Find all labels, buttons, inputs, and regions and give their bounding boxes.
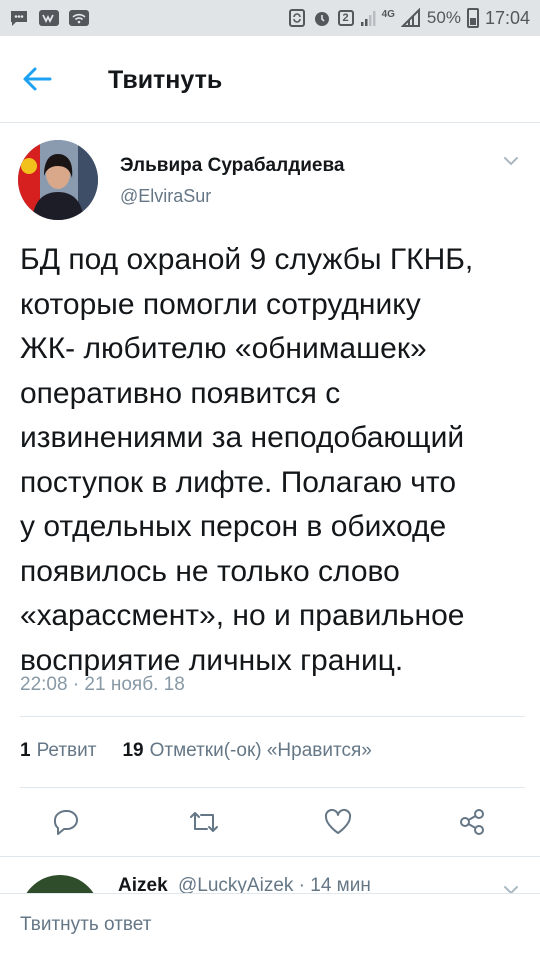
author-handle[interactable]: @ElviraSur <box>120 186 211 207</box>
tweet-header: Эльвира Сурабалдиева @ElviraSur <box>0 122 540 232</box>
alarm-icon <box>312 8 332 28</box>
retweet-label[interactable]: Ретвит <box>37 740 97 762</box>
retweet-count[interactable]: 1 <box>20 740 31 762</box>
like-icon <box>324 808 352 834</box>
tweet-menu-button[interactable] <box>500 150 522 172</box>
app-bar: Твитнуть <box>0 36 540 123</box>
clock: 17:04 <box>484 7 530 28</box>
reply-button[interactable] <box>46 802 86 842</box>
reply-preview[interactable]: Aizek @LuckyAizek · 14 мин <box>0 857 540 897</box>
tweet-stats: 1 Ретвит 19 Отметки(-ок) «Нравится» <box>20 740 372 762</box>
tweet-text: БД под охраной 9 службы ГКНБ, которые по… <box>20 243 474 677</box>
vk-icon <box>38 9 60 27</box>
compose-reply-bar[interactable]: Твитнуть ответ <box>0 893 540 960</box>
reply-input[interactable]: Твитнуть ответ <box>20 914 151 936</box>
share-button[interactable] <box>452 802 492 842</box>
retweet-button[interactable] <box>184 802 224 842</box>
tweet-actions <box>0 802 540 842</box>
divider <box>20 716 525 717</box>
divider <box>20 787 525 788</box>
avatar[interactable] <box>18 140 98 220</box>
like-label[interactable]: Отметки(-ок) «Нравится» <box>150 740 372 762</box>
arrow-left-icon <box>23 67 52 91</box>
retweet-icon <box>190 812 218 832</box>
like-button[interactable] <box>318 802 358 842</box>
sync-icon <box>288 8 306 28</box>
battery-percent: 50% <box>426 8 461 27</box>
share-icon <box>460 809 484 835</box>
like-count[interactable]: 19 <box>122 740 143 762</box>
back-button[interactable] <box>20 60 68 100</box>
reply-icon <box>53 810 78 835</box>
status-bar: 2 4G 50% 17:04 <box>0 0 540 36</box>
sim2-icon: 2 <box>337 10 354 26</box>
chevron-down-icon <box>504 157 518 166</box>
page-title: Твитнуть <box>108 66 223 94</box>
network-type: 4G <box>381 8 395 20</box>
battery-icon <box>466 8 479 28</box>
signal-weak-icon <box>360 8 376 28</box>
tweet-timestamp: 22:08 · 21 нояб. 18 <box>20 674 185 695</box>
signal-icon <box>400 8 421 28</box>
author-name[interactable]: Эльвира Сурабалдиева <box>120 155 345 177</box>
message-icon <box>8 8 30 28</box>
wifi-icon <box>68 9 90 27</box>
